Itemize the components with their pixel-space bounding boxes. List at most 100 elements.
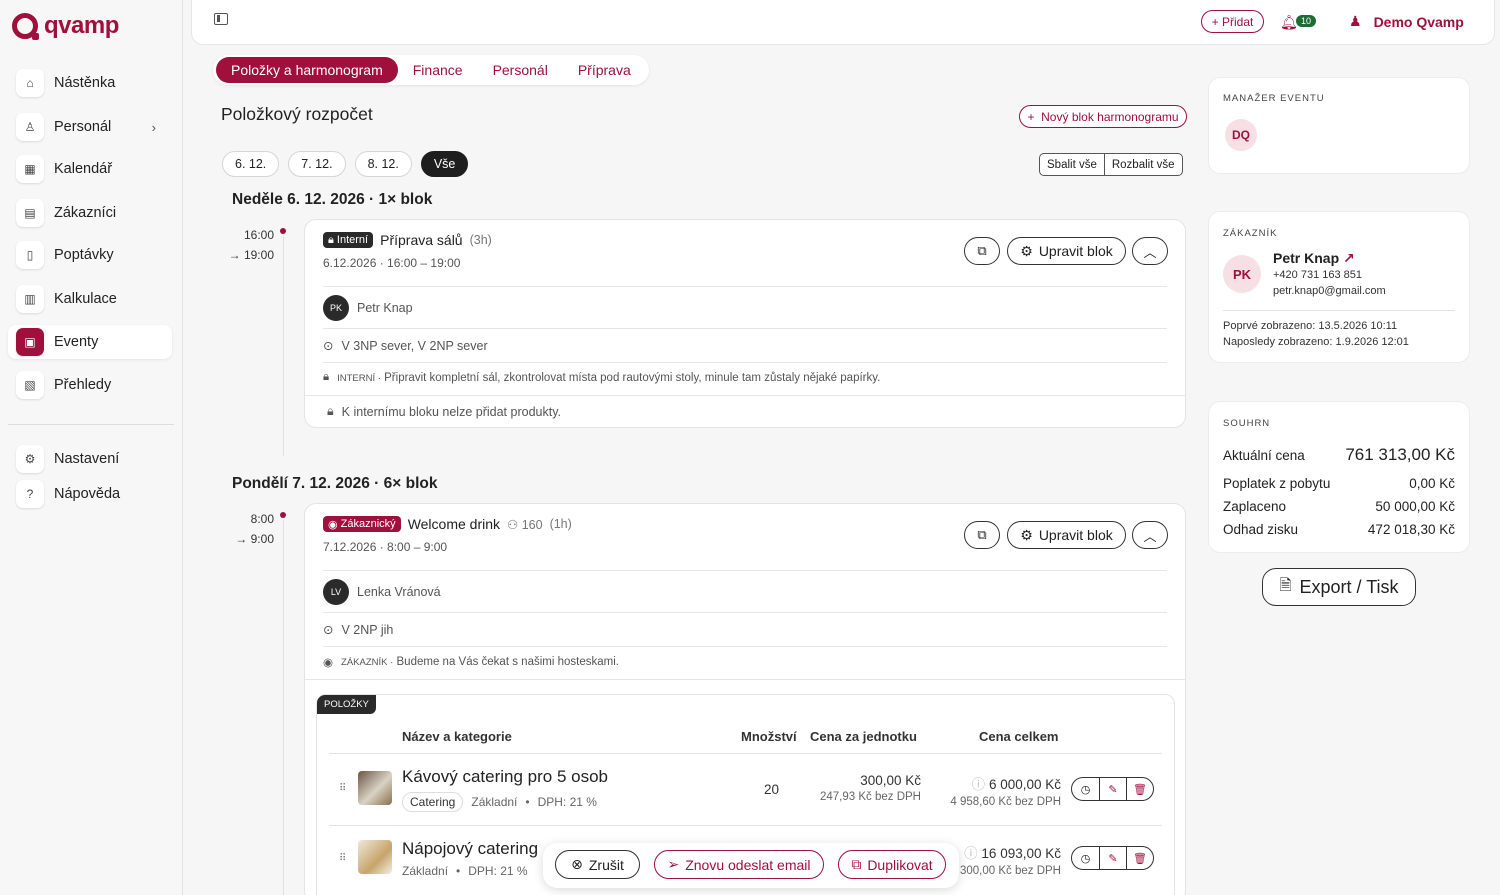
expand-all-button[interactable]: Rozbalit vše <box>1103 154 1182 175</box>
copy-icon: ⧉ <box>977 527 987 542</box>
item-meta: Catering Základní • DPH: 21 % <box>402 792 597 812</box>
cancel-button[interactable]: ⊗ Zrušit <box>555 850 640 879</box>
sidebar-item-nastaveni[interactable]: ⚙ Nastavení <box>8 442 172 476</box>
location-text: V 3NP sever, V 2NP sever <box>341 338 488 353</box>
item-meta: Základní • DPH: 21 % <box>402 864 528 878</box>
date-chip[interactable]: 8. 12. <box>354 151 412 177</box>
column-header-unit-price: Cena za jednotku <box>810 729 917 744</box>
drag-handle-icon[interactable]: ⠿ <box>339 783 346 794</box>
item-type: Základní <box>471 795 518 809</box>
chevron-up-icon: ︿ <box>1143 528 1157 544</box>
sidebar-item-kalendar[interactable]: ▦ Kalendář <box>8 152 172 186</box>
notification-count-badge: 10 <box>1296 15 1317 27</box>
block-end-time: → 9:00 <box>235 532 274 546</box>
block-start-time: 16:00 <box>243 228 274 242</box>
drag-handle-icon[interactable]: ⠿ <box>339 853 346 864</box>
add-button-label: Přidat <box>1221 14 1254 29</box>
block-end-time: → 19:00 <box>228 248 274 262</box>
edit-block-label: Upravit blok <box>1038 527 1113 543</box>
trash-icon[interactable]: 🗑︎ <box>1126 847 1153 869</box>
item-name: Nápojový catering <box>402 839 539 858</box>
date-chip[interactable]: 6. 12. <box>222 151 280 177</box>
duplicate-button[interactable]: ⧉ Duplikovat <box>838 850 946 879</box>
edit-icon[interactable]: ✎ <box>1099 847 1126 869</box>
collapse-block-button[interactable]: ︿ <box>1132 521 1168 549</box>
block-name: Welcome drink <box>407 516 501 532</box>
category-pill: Catering <box>402 792 464 812</box>
sidebar-item-zakaznici[interactable]: ▤ Zákazníci <box>8 196 172 230</box>
external-link-icon: ↗ <box>1343 250 1355 266</box>
bell-icon[interactable]: 🔔︎ <box>1280 14 1298 31</box>
lock-icon: 🔒︎ <box>327 404 334 418</box>
tab-personal[interactable]: Personál <box>478 57 563 83</box>
block-location: ⊙ V 3NP sever, V 2NP sever <box>323 338 488 354</box>
lock-icon: 🔒︎ <box>323 371 330 383</box>
customer-tag: ◉ Zákaznický <box>323 516 401 532</box>
tab-polozky[interactable]: Položky a harmonogram <box>216 57 398 83</box>
date-filter: 6. 12. 7. 12. 8. 12. Vše <box>222 151 469 177</box>
new-block-button[interactable]: + Nový blok harmonogramu <box>1019 105 1187 128</box>
export-label: Export / Tisk <box>1299 576 1399 597</box>
user-name: Demo Qvamp <box>1373 13 1464 30</box>
resend-email-button[interactable]: ➢ Znovu odeslat email <box>654 850 824 879</box>
summary-row-price: Aktuální cena 761 313,00 Kč <box>1223 445 1455 465</box>
resend-label: Znovu odeslat email <box>685 856 811 873</box>
sidebar-toggle-icon[interactable] <box>214 13 228 25</box>
bullet: • <box>456 864 461 878</box>
trash-icon[interactable]: 🗑︎ <box>1126 778 1153 800</box>
sidebar-item-personal[interactable]: ♙ Personál › <box>8 110 172 144</box>
divider <box>323 286 1167 287</box>
date-chip[interactable]: 7. 12. <box>288 151 346 177</box>
edit-icon[interactable]: ✎ <box>1099 778 1126 800</box>
user-menu[interactable]: ♟ Demo Qvamp <box>1349 13 1464 30</box>
divider <box>323 362 1167 363</box>
copy-block-button[interactable]: ⧉ <box>964 521 1000 549</box>
sidebar-item-kalkulace[interactable]: ▥ Kalkulace <box>8 282 172 316</box>
sidebar-item-prehledy[interactable]: ▧ Přehledy <box>8 368 172 402</box>
item-thumbnail <box>358 840 392 874</box>
export-print-button[interactable]: 🗎︎ Export / Tisk <box>1262 568 1416 606</box>
tab-finance[interactable]: Finance <box>398 57 478 83</box>
sidebar-item-nastenka[interactable]: ⌂ Nástěnka <box>8 66 172 100</box>
divider <box>305 395 1185 396</box>
logo-text: qvamp <box>44 12 119 39</box>
summary-value: 50 000,00 Kč <box>1375 499 1455 514</box>
sidebar-item-label: Nastavení <box>54 451 120 467</box>
event-icon: ▣ <box>16 328 44 356</box>
collapse-all-button[interactable]: Sbalit vše <box>1040 154 1104 175</box>
block-duration: (3h) <box>469 233 492 247</box>
summary-label: Odhad zisku <box>1223 522 1299 537</box>
customer-name-link[interactable]: Petr Knap ↗ <box>1273 250 1355 267</box>
avatar[interactable]: DQ <box>1225 119 1257 151</box>
card-label: MANAŽER EVENTU <box>1223 93 1325 104</box>
block-card: 🔒︎ Interní Příprava sálů (3h) 6.12.2026 … <box>304 219 1186 428</box>
date-chip-all[interactable]: Vše <box>420 151 469 177</box>
block-date-range: 6.12.2026 · 16:00 – 19:00 <box>323 256 461 270</box>
block-title: 🔒︎ Interní Příprava sálů (3h) <box>323 232 492 248</box>
user-icon: ♟ <box>1349 13 1362 29</box>
add-button[interactable]: + Přidat <box>1201 10 1264 33</box>
edit-block-button[interactable]: ⚙ Upravit blok <box>1007 237 1126 265</box>
eye-icon: ◉ <box>323 657 334 669</box>
chevron-right-icon: › <box>151 119 156 135</box>
item-actions: ◷ ✎ 🗑︎ <box>1071 777 1154 801</box>
copy-block-button[interactable]: ⧉ <box>964 237 1000 265</box>
history-icon[interactable]: ◷ <box>1072 847 1099 869</box>
block-duration: (1h) <box>549 517 572 531</box>
gear-icon: ⚙ <box>16 445 44 473</box>
tab-priprava[interactable]: Příprava <box>563 57 646 83</box>
pdf-file-icon: 🗎︎ <box>1279 576 1292 594</box>
sidebar-item-napoveda[interactable]: ? Nápověda <box>8 477 172 511</box>
collapse-block-button[interactable]: ︿ <box>1132 237 1168 265</box>
location-pin-icon: ⊙ <box>323 339 334 353</box>
history-icon[interactable]: ◷ <box>1072 778 1099 800</box>
no-products-text: K internímu bloku nelze přidat produkty. <box>341 404 561 419</box>
block-guests: ⚇ 160 <box>507 517 543 532</box>
qvamp-logo[interactable]: qvamp <box>12 12 119 40</box>
sidebar-item-poptavky[interactable]: ▯ Poptávky <box>8 238 172 272</box>
last-seen: Naposledy zobrazeno: 1.9.2026 12:01 <box>1223 336 1409 348</box>
item-unit-price: 300,00 Kč 247,93 Kč bez DPH <box>801 773 921 803</box>
sidebar-item-eventy[interactable]: ▣ Eventy <box>8 325 172 359</box>
item-actions: ◷ ✎ 🗑︎ <box>1071 846 1154 870</box>
edit-block-button[interactable]: ⚙ Upravit blok <box>1007 521 1126 549</box>
